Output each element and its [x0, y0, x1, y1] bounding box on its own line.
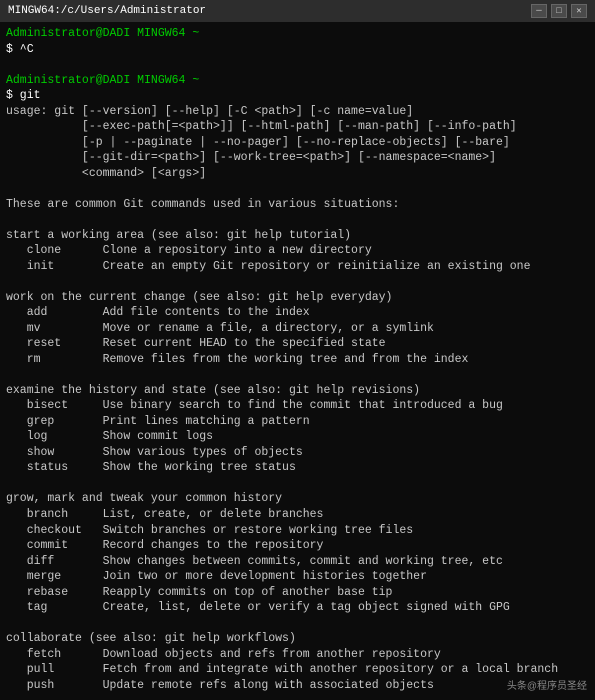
output-line: show Show various types of objects — [6, 445, 589, 461]
output-line: start a working area (see also: git help… — [6, 228, 589, 244]
title-bar-buttons: ─ □ ✕ — [531, 4, 587, 18]
output-line: checkout Switch branches or restore work… — [6, 523, 589, 539]
empty-line — [6, 212, 589, 228]
output-line: usage: git [--version] [--help] [-C <pat… — [6, 104, 589, 120]
command-line: $ ^C — [6, 42, 589, 58]
prompt-line: Administrator@DADI MINGW64 ~ — [6, 73, 589, 89]
output-line: rm Remove files from the working tree an… — [6, 352, 589, 368]
output-line: bisect Use binary search to find the com… — [6, 398, 589, 414]
empty-line — [6, 476, 589, 492]
title-bar-text: MINGW64:/c/Users/Administrator — [8, 5, 206, 17]
output-line: commit Record changes to the repository — [6, 538, 589, 554]
watermark: 头条@程序员圣经 — [507, 677, 587, 692]
output-line: [--git-dir=<path>] [--work-tree=<path>] … — [6, 150, 589, 166]
empty-line — [6, 616, 589, 632]
output-line: diff Show changes between commits, commi… — [6, 554, 589, 570]
output-line: grep Print lines matching a pattern — [6, 414, 589, 430]
output-line: reset Reset current HEAD to the specifie… — [6, 336, 589, 352]
empty-line — [6, 274, 589, 290]
output-line: work on the current change (see also: gi… — [6, 290, 589, 306]
output-line: <command> [<args>] — [6, 166, 589, 182]
prompt-line: Administrator@DADI MINGW64 ~ — [6, 26, 589, 42]
output-line: push Update remote refs along with assoc… — [6, 678, 589, 694]
output-line: add Add file contents to the index — [6, 305, 589, 321]
output-line: log Show commit logs — [6, 429, 589, 445]
output-line: rebase Reapply commits on top of another… — [6, 585, 589, 601]
close-button[interactable]: ✕ — [571, 4, 587, 18]
command-line: $ git — [6, 88, 589, 104]
output-line: branch List, create, or delete branches — [6, 507, 589, 523]
output-line: tag Create, list, delete or verify a tag… — [6, 600, 589, 616]
output-line: mv Move or rename a file, a directory, o… — [6, 321, 589, 337]
title-bar: MINGW64:/c/Users/Administrator ─ □ ✕ — [0, 0, 595, 22]
output-line: init Create an empty Git repository or r… — [6, 259, 589, 275]
output-line: status Show the working tree status — [6, 460, 589, 476]
output-line: collaborate (see also: git help workflow… — [6, 631, 589, 647]
empty-line — [6, 693, 589, 700]
output-line: grow, mark and tweak your common history — [6, 491, 589, 507]
output-line: clone Clone a repository into a new dire… — [6, 243, 589, 259]
output-line: merge Join two or more development histo… — [6, 569, 589, 585]
terminal-window: MINGW64:/c/Users/Administrator ─ □ ✕ Adm… — [0, 0, 595, 700]
empty-line — [6, 181, 589, 197]
output-line: [-p | --paginate | --no-pager] [--no-rep… — [6, 135, 589, 151]
minimize-button[interactable]: ─ — [531, 4, 547, 18]
output-line: [--exec-path[=<path>]] [--html-path] [--… — [6, 119, 589, 135]
empty-line — [6, 57, 589, 73]
output-line: These are common Git commands used in va… — [6, 197, 589, 213]
empty-line — [6, 367, 589, 383]
terminal-body[interactable]: Administrator@DADI MINGW64 ~$ ^CAdminist… — [0, 22, 595, 700]
output-line: fetch Download objects and refs from ano… — [6, 647, 589, 663]
output-line: pull Fetch from and integrate with anoth… — [6, 662, 589, 678]
output-line: examine the history and state (see also:… — [6, 383, 589, 399]
maximize-button[interactable]: □ — [551, 4, 567, 18]
